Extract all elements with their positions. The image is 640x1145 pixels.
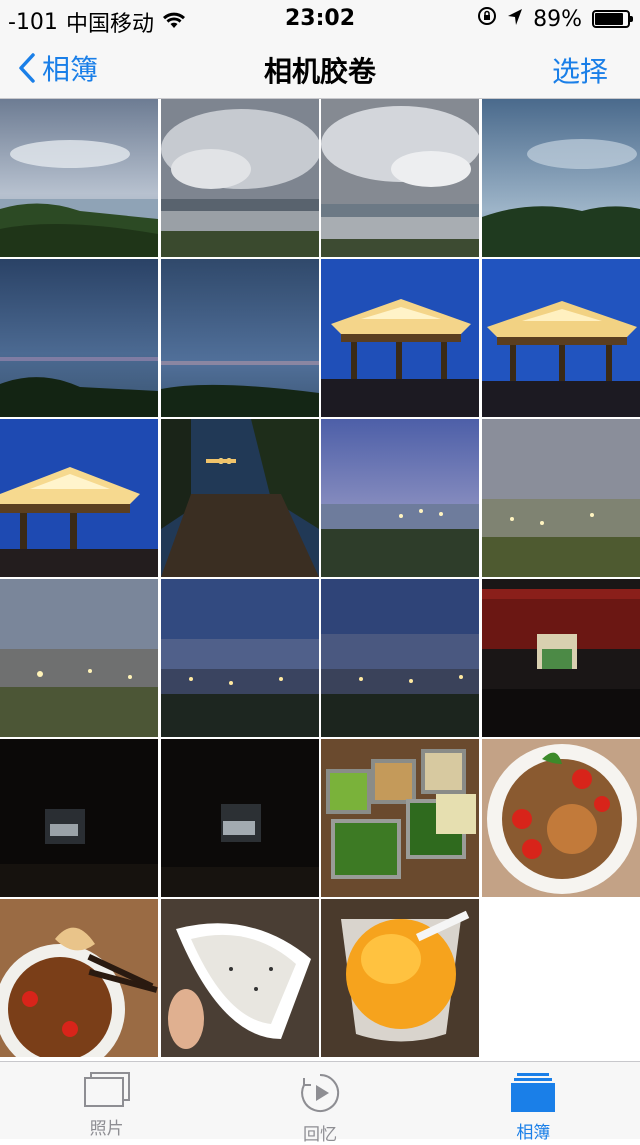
photo-thumbnail[interactable] [321, 259, 480, 417]
tab-photos-label: 照片 [89, 1119, 124, 1139]
tab-memories-label: 回忆 [302, 1125, 337, 1145]
photo-thumbnail[interactable] [321, 419, 480, 577]
photo-thumbnail[interactable] [160, 579, 319, 737]
memories-icon [299, 1072, 341, 1114]
photo-thumbnail[interactable] [321, 739, 480, 897]
photo-thumbnail[interactable] [481, 259, 640, 417]
photo-thumbnail[interactable] [160, 259, 319, 417]
albums-icon [511, 1072, 556, 1112]
photo-grid [0, 99, 640, 1061]
photo-thumbnail[interactable] [0, 99, 158, 257]
photo-thumbnail[interactable] [321, 99, 480, 257]
photo-thumbnail[interactable] [0, 579, 158, 737]
location-arrow-icon [507, 7, 523, 32]
navigation-bar: 相簿 相机胶卷 选择 [0, 40, 640, 99]
tab-bar: 照片 回忆 相簿 [0, 1061, 640, 1145]
photos-icon [83, 1072, 130, 1108]
photo-thumbnail[interactable] [0, 259, 158, 417]
photo-thumbnail[interactable] [160, 99, 319, 257]
status-right: 89% [477, 6, 633, 32]
photo-thumbnail[interactable] [0, 739, 158, 897]
tab-albums-label: 相簿 [516, 1123, 551, 1143]
battery-icon [592, 10, 633, 28]
photo-thumbnail[interactable] [0, 899, 158, 1057]
tab-memories[interactable]: 回忆 [213, 1062, 426, 1145]
tab-albums[interactable]: 相簿 [427, 1062, 640, 1143]
status-bar: -101 中国移动 23:02 89% [0, 0, 640, 40]
photo-thumbnail[interactable] [160, 419, 319, 577]
page-title: 相机胶卷 [263, 55, 376, 88]
photo-thumbnail[interactable] [321, 579, 480, 737]
photo-thumbnail[interactable] [160, 739, 319, 897]
photo-thumbnail[interactable] [481, 579, 640, 737]
photo-thumbnail[interactable] [481, 99, 640, 257]
photo-thumbnail[interactable] [160, 899, 319, 1057]
empty-grid-cell [481, 899, 640, 1057]
battery-fill [595, 13, 624, 25]
tab-photos[interactable]: 照片 [0, 1062, 213, 1139]
photo-thumbnail[interactable] [481, 419, 640, 577]
orientation-lock-icon [477, 6, 497, 32]
photo-thumbnail[interactable] [481, 739, 640, 897]
photo-thumbnail[interactable] [321, 899, 480, 1057]
photo-thumbnail[interactable] [0, 419, 158, 577]
select-button[interactable]: 选择 [552, 50, 608, 90]
battery-percent: 89% [533, 6, 582, 32]
